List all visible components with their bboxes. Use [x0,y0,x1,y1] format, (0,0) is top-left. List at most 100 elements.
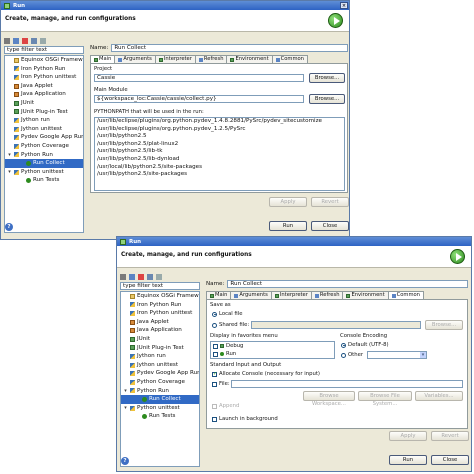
filter-input[interactable]: type filter text [120,282,200,290]
tree-item[interactable]: Java Application [5,90,83,99]
main-module-input[interactable]: ${workspace_loc:Cassie/cassie/collect.py… [94,95,304,103]
tree-item[interactable]: Python Coverage [5,142,83,151]
tree-item[interactable]: Run Collect [121,395,199,404]
shared-file-radio[interactable] [212,322,217,328]
favorite-debug[interactable]: Debug [213,343,243,349]
allocate-console-checkbox[interactable] [212,371,217,377]
project-input[interactable]: Cassie [94,74,304,82]
apply-button[interactable]: Apply [389,431,427,441]
tree-item[interactable]: Pydev Google App Run [5,133,83,142]
close-window-button[interactable]: × [340,2,348,9]
tree-item[interactable]: Iron Python unittest [5,73,83,82]
filter-icon[interactable] [40,38,46,44]
browse-file-system-button[interactable]: Browse File System... [358,391,412,407]
append-option[interactable]: Append [212,403,239,409]
tree-item[interactable]: ▾ Python Run [5,151,83,160]
tree-item[interactable]: ▾ Python unittest [121,404,199,413]
tree-item[interactable]: Jython run [5,116,83,125]
new-config-icon[interactable] [120,274,126,280]
favorite-run[interactable]: Run [213,351,236,357]
tree-item[interactable]: Run Collect [5,159,83,168]
tree-item[interactable]: Equinox OSGi Framework [121,292,199,301]
pythonpath-entry[interactable]: /usr/lib/python2.5/plat-linux2 [95,141,344,149]
encoding-select[interactable] [367,351,427,359]
collapse-all-icon[interactable] [31,38,37,44]
other-encoding-option[interactable]: Other [341,352,363,358]
expanded-twisty-icon[interactable]: ▾ [7,151,12,160]
tab-arguments[interactable]: Arguments [114,55,156,63]
output-file-input[interactable] [231,380,463,388]
local-file-radio[interactable] [212,311,217,317]
tree-item[interactable]: Java Applet [121,318,199,327]
file-checkbox[interactable] [212,381,217,387]
tab-interpreter[interactable]: Interpreter [270,291,312,299]
module-browse-button[interactable]: Browse... [309,94,345,104]
delete-config-icon[interactable] [22,38,28,44]
local-file-option[interactable]: Local file [212,311,242,317]
tree-item[interactable]: ▾ Python unittest [5,168,83,177]
run-button[interactable]: Run [389,455,427,465]
tree-item[interactable]: JUnit [5,99,83,108]
tree-item[interactable]: JUnit Plug-in Test [5,108,83,117]
pythonpath-entry[interactable]: /usr/lib/python2.5/site-packages [95,171,344,179]
help-icon[interactable]: ? [5,223,13,231]
run-button[interactable]: Run [269,221,307,231]
pythonpath-entry[interactable]: /usr/lib/python2.5 [95,133,344,141]
shared-file-input[interactable] [251,321,421,329]
tab-environment[interactable]: Environment [226,55,273,63]
tab-refresh[interactable]: Refresh [194,55,228,63]
collapse-all-icon[interactable] [147,274,153,280]
name-input[interactable]: Run Collect [111,43,348,52]
pythonpath-entry[interactable]: /usr/lib/python2.5/lib-tk [95,148,344,156]
expanded-twisty-icon[interactable]: ▾ [123,387,128,396]
default-encoding-option[interactable]: Default (UTF-8) [341,342,389,348]
launch-background-option[interactable]: Launch in background [212,416,278,422]
delete-config-icon[interactable] [138,274,144,280]
append-checkbox[interactable] [212,403,217,409]
tree-item[interactable]: ▾ Python Run [121,387,199,396]
pythonpath-entry[interactable]: /usr/lib/eclipse/plugins/org.python.pyde… [95,118,344,126]
project-browse-button[interactable]: Browse... [309,73,345,83]
tree-item[interactable]: Jython run [121,352,199,361]
close-button[interactable]: Close [431,455,469,465]
revert-button[interactable]: Revert [311,197,349,207]
tree-item[interactable]: Jython unittest [121,361,199,370]
new-config-icon[interactable] [4,38,10,44]
tree-item[interactable]: JUnit [121,335,199,344]
apply-button[interactable]: Apply [269,197,307,207]
tree-item[interactable]: Java Applet [5,82,83,91]
tree-item[interactable]: Python Coverage [121,378,199,387]
allocate-console-option[interactable]: Allocate Console (necessary for input) [212,371,320,377]
title-bar[interactable]: Run [117,237,471,246]
filter-icon[interactable] [156,274,162,280]
shared-file-option[interactable]: Shared file: [212,322,249,328]
tree-item[interactable]: Run Tests [5,176,83,185]
title-bar[interactable]: Run × [1,1,349,10]
tab-common[interactable]: Common [387,291,424,299]
tree-item[interactable]: Jython unittest [5,125,83,134]
tree-item[interactable]: JUnit Plug-in Test [121,344,199,353]
browse-workspace-button[interactable]: Browse Workspace... [303,391,355,407]
tab-common[interactable]: Common [271,55,308,63]
help-icon[interactable]: ? [121,457,129,465]
shared-browse-button[interactable]: Browse... [425,320,463,330]
other-encoding-radio[interactable] [341,352,346,358]
tab-main[interactable]: Main [206,291,232,299]
duplicate-config-icon[interactable] [13,38,19,44]
revert-button[interactable]: Revert [431,431,469,441]
duplicate-config-icon[interactable] [129,274,135,280]
tab-arguments[interactable]: Arguments [230,291,272,299]
tab-interpreter[interactable]: Interpreter [154,55,196,63]
pythonpath-entry[interactable]: /usr/local/lib/python2.5/site-packages [95,164,344,172]
expanded-twisty-icon[interactable]: ▾ [7,168,12,177]
file-option[interactable]: File: [212,381,230,387]
tab-environment[interactable]: Environment [342,291,389,299]
tree-item[interactable]: Iron Python Run [5,65,83,74]
tab-refresh[interactable]: Refresh [310,291,344,299]
pythonpath-entry[interactable]: /usr/lib/python2.5/lib-dynload [95,156,344,164]
tree-item[interactable]: Run Tests [121,412,199,421]
tab-main[interactable]: Main [90,55,116,63]
debug-checkbox[interactable] [213,343,218,349]
run-checkbox[interactable] [213,351,218,357]
pythonpath-list[interactable]: /usr/lib/eclipse/plugins/org.python.pyde… [94,117,345,191]
